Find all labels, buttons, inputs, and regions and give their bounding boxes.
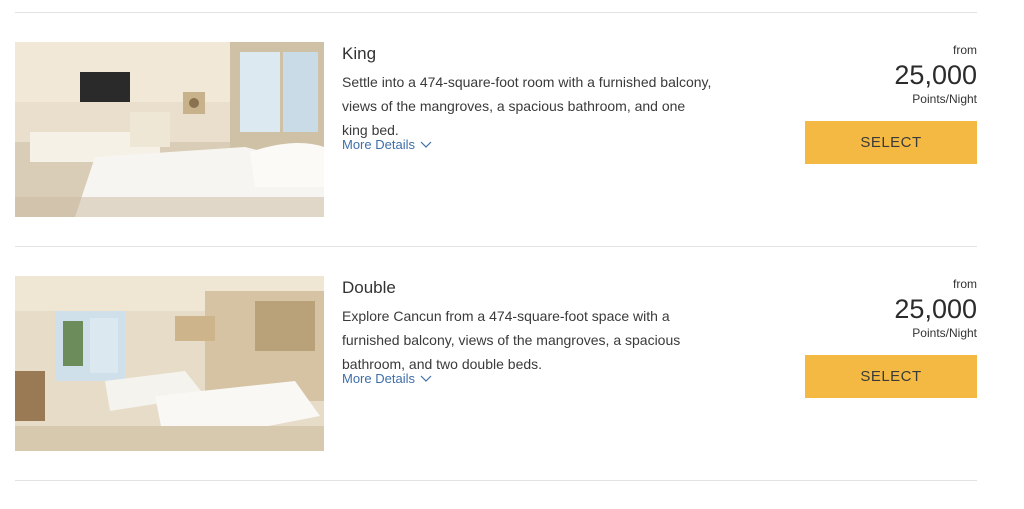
divider-middle [15,246,977,247]
select-button[interactable]: SELECT [805,355,977,398]
select-button[interactable]: SELECT [805,121,977,164]
room-photo-double[interactable] [15,276,324,451]
room-name: King [342,44,377,63]
more-details-label: More Details [342,137,415,152]
divider-bottom [15,480,977,481]
price-unit: Points/Night [912,92,977,106]
more-details-label: More Details [342,371,415,386]
from-label: from [953,43,977,57]
chevron-down-icon [420,141,432,148]
more-details-link[interactable]: More Details [342,371,432,386]
room-name: Double [342,278,396,297]
room-photo-king[interactable] [15,42,324,217]
price-box: from 25,000 Points/Night [777,42,977,106]
points-price: 25,000 [894,60,977,90]
room-card-king: King Settle into a 474-square-foot room … [15,42,977,217]
price-unit: Points/Night [912,326,977,340]
divider-top [15,12,977,13]
chevron-down-icon [420,375,432,382]
from-label: from [953,277,977,291]
more-details-link[interactable]: More Details [342,137,432,152]
room-description: Settle into a 474-square-foot room with … [342,74,712,138]
points-price: 25,000 [894,294,977,324]
price-box: from 25,000 Points/Night [777,276,977,340]
room-card-double: Double Explore Cancun from a 474-square-… [15,276,977,451]
room-description: Explore Cancun from a 474-square-foot sp… [342,308,681,372]
